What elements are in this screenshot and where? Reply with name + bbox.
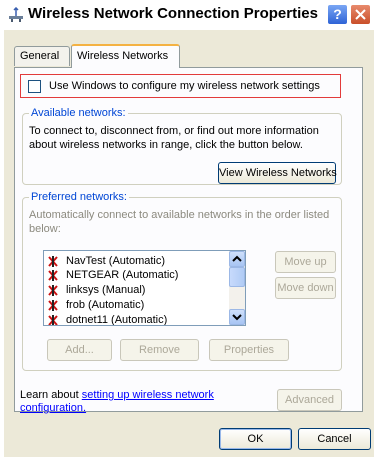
- network-name: frob (Automatic): [66, 299, 145, 311]
- close-button[interactable]: [350, 4, 371, 25]
- wireless-antenna-icon: [48, 270, 58, 281]
- preferred-networks-group: Preferred networks: Automatically connec…: [22, 191, 342, 371]
- use-windows-checkbox[interactable]: [28, 80, 41, 93]
- network-name: NETGEAR (Automatic): [66, 269, 179, 281]
- scroll-down-button[interactable]: [229, 309, 245, 325]
- preferred-networks-title: Preferred networks:: [29, 191, 129, 203]
- chevron-up-icon: [232, 255, 242, 262]
- wireless-antenna-icon: [48, 256, 58, 267]
- remove-button[interactable]: Remove: [120, 339, 199, 361]
- available-networks-description: To connect to, disconnect from, or find …: [29, 125, 319, 151]
- scroll-up-button[interactable]: [229, 251, 245, 267]
- help-button[interactable]: ?: [327, 4, 348, 25]
- network-name: NavTest (Automatic): [66, 255, 166, 267]
- move-down-button[interactable]: Move down: [275, 277, 336, 299]
- network-name: dotnet11 (Automatic): [66, 314, 168, 326]
- properties-button[interactable]: Properties: [209, 339, 289, 361]
- preferred-networks-description: Automatically connect to available netwo…: [29, 209, 330, 235]
- window-title: Wireless Network Connection Properties: [28, 5, 318, 22]
- network-connection-icon: [9, 7, 23, 22]
- cancel-button[interactable]: Cancel: [298, 428, 371, 450]
- available-networks-group: Available networks: To connect to, disco…: [22, 107, 342, 185]
- view-wireless-networks-button[interactable]: View Wireless Networks: [218, 162, 337, 184]
- available-networks-title: Available networks:: [29, 107, 128, 119]
- chevron-down-icon: [232, 314, 242, 321]
- use-windows-option: Use Windows to configure my wireless net…: [20, 74, 341, 98]
- wireless-antenna-icon: [48, 300, 58, 311]
- tab-general[interactable]: General: [14, 46, 70, 66]
- move-up-button[interactable]: Move up: [275, 251, 336, 273]
- preferred-networks-list[interactable]: NavTest (Automatic) NETGEAR (Automatic) …: [43, 250, 246, 326]
- tab-wireless-networks[interactable]: Wireless Networks: [71, 44, 180, 68]
- network-name: linksys (Manual): [66, 284, 146, 296]
- use-windows-label[interactable]: Use Windows to configure my wireless net…: [49, 80, 320, 92]
- learn-about-prefix: Learn about: [20, 389, 82, 401]
- learn-about-text: Learn about setting up wireless network …: [20, 389, 258, 415]
- wireless-antenna-icon: [48, 315, 58, 325]
- ok-button[interactable]: OK: [219, 428, 292, 450]
- title-bar[interactable]: Wireless Network Connection Properties ?: [4, 0, 374, 30]
- wireless-antenna-icon: [48, 285, 58, 296]
- close-icon: [355, 9, 366, 20]
- advanced-button[interactable]: Advanced: [277, 389, 342, 411]
- properties-window: Wireless Network Connection Properties ?…: [4, 0, 374, 457]
- add-button[interactable]: Add...: [47, 339, 112, 361]
- scroll-thumb[interactable]: [229, 267, 245, 287]
- list-scrollbar[interactable]: [229, 251, 245, 325]
